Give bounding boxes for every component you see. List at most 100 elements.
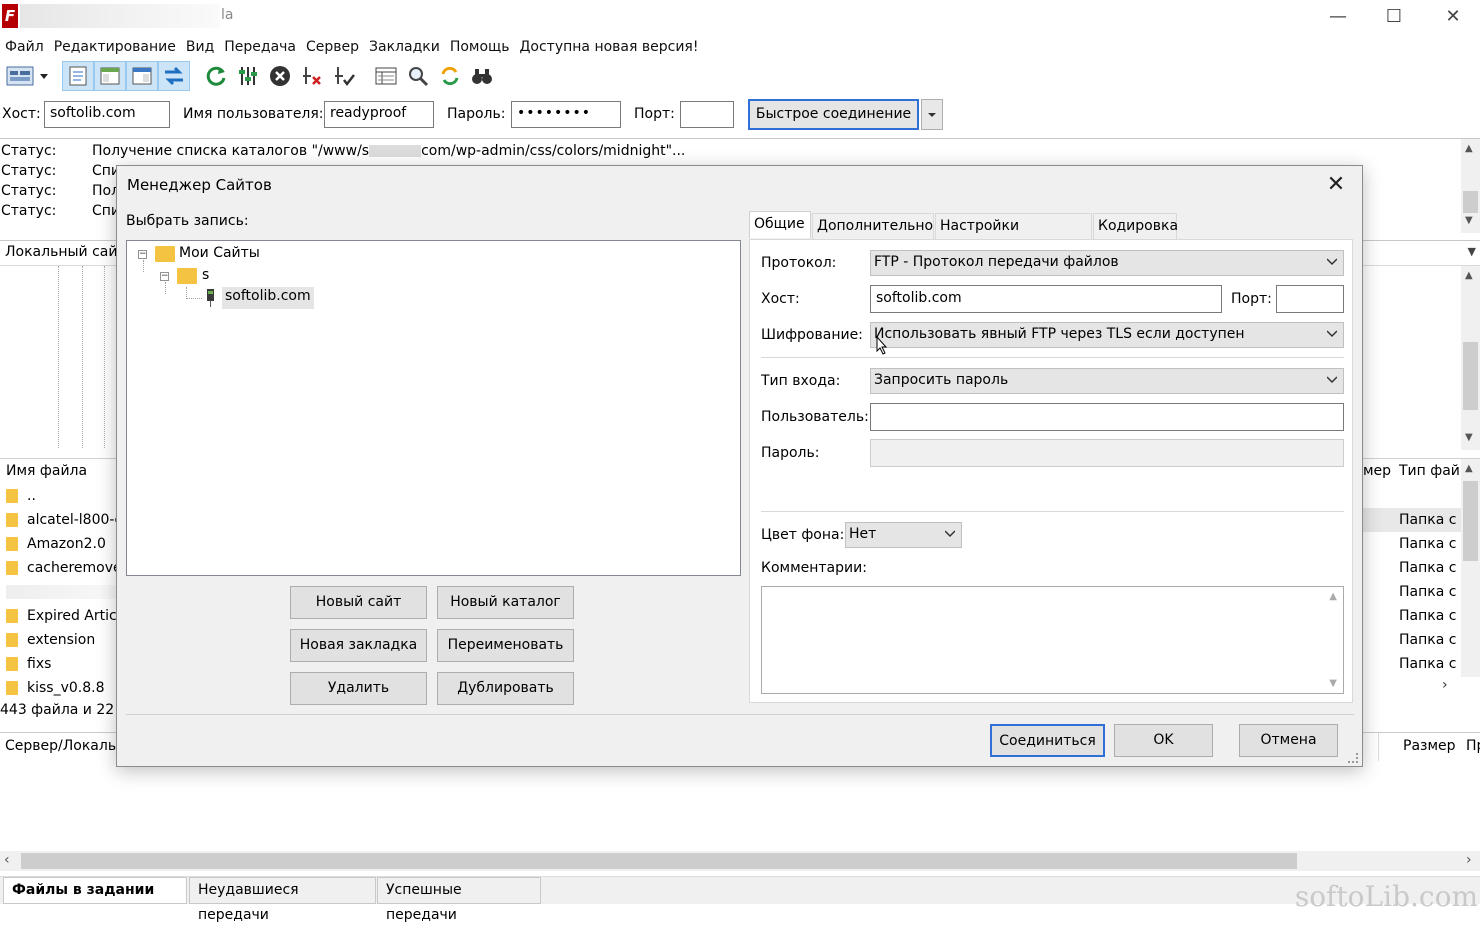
dialog-title: Менеджер Сайтов [127,176,272,194]
file-name: Expired Articl [27,608,121,624]
search-files-icon[interactable] [402,61,434,91]
col-filetype[interactable]: Тип фай [1399,463,1460,479]
scroll-up-icon[interactable]: ▲ [1465,463,1473,474]
cancel-operation-icon[interactable] [264,61,296,91]
toggle-log-icon[interactable] [62,61,94,91]
user-input[interactable] [870,403,1344,431]
tab-transfer-settings[interactable]: Настройки передачи [935,213,1092,259]
password-input[interactable] [870,439,1344,467]
resize-grip-icon[interactable] [1348,753,1358,763]
menu-help[interactable]: Помощь [445,36,515,58]
scroll-right-icon[interactable]: › [1466,852,1472,868]
cancel-button[interactable]: Отмена [1239,724,1338,757]
duplicate-button[interactable]: Дублировать [437,672,574,705]
close-icon[interactable]: ✕ [1322,172,1350,198]
delete-button[interactable]: Удалить [290,672,427,705]
col-server-local[interactable]: Сервер/Локаль [5,738,116,754]
collapse-icon[interactable]: − [160,272,169,281]
server-icon [205,289,215,307]
scroll-thumb[interactable] [21,853,1297,869]
chevron-right-icon[interactable]: › [1442,677,1448,693]
tree-root-my-sites[interactable]: Мои Сайты [179,245,260,261]
scroll-up-icon[interactable]: ▲ [1329,591,1337,602]
menu-server[interactable]: Сервер [301,36,364,58]
col-filesize[interactable]: мер [1363,463,1391,479]
qc-user-input[interactable]: readyproof [324,101,434,128]
connect-button[interactable]: Соединиться [990,724,1105,757]
tree-folder-s[interactable]: s [202,267,209,283]
file-list-scrollbar[interactable]: ▲ [1461,459,1480,677]
filter-icon[interactable] [232,61,264,91]
file-type: Папка с [1399,584,1457,600]
bgcolor-select[interactable]: Нет [845,522,962,548]
maximize-icon[interactable]: ☐ [1371,0,1417,32]
protocol-select[interactable]: FTP - Протокол передачи файлов [870,250,1344,276]
binoculars-icon[interactable] [466,61,498,91]
general-tab-panel: Протокол: FTP - Протокол передачи файлов… [749,239,1353,703]
disconnect-icon[interactable] [296,61,328,91]
new-folder-button[interactable]: Новый каталог [437,586,574,619]
port-label: Порт: [1231,291,1272,307]
directory-listing-icon[interactable] [370,61,402,91]
col-priority[interactable]: Пр [1466,738,1480,754]
menu-view[interactable]: Вид [181,36,219,58]
menu-new-version[interactable]: Доступна новая версия! [514,36,703,58]
menu-transfer[interactable]: Передача [219,36,301,58]
scroll-thumb[interactable] [1463,342,1478,410]
col-size[interactable]: Размер [1403,738,1456,754]
scroll-thumb[interactable] [1463,191,1478,213]
tree-site-softolib[interactable]: softolib.com [222,287,314,309]
port-input[interactable] [1276,285,1344,313]
qc-host-input[interactable]: softolib.com [44,101,170,128]
folder-icon [155,246,175,262]
bgcolor-value: Нет [849,526,877,542]
tab-queued-files[interactable]: Файлы в задании [3,877,187,904]
tab-advanced[interactable]: Дополнительно [812,213,934,239]
tab-successful-transfers[interactable]: Успешные передачи [377,877,541,923]
ok-button[interactable]: OK [1114,724,1213,757]
chevron-down-icon[interactable]: ▼ [1468,245,1476,258]
scroll-up-icon[interactable]: ▲ [1465,270,1473,281]
chevron-down-icon [1327,258,1337,266]
new-site-button[interactable]: Новый сайт [290,586,427,619]
log-scrollbar[interactable]: ▲ ▼ [1461,139,1480,233]
local-tree-scrollbar[interactable]: ▲ ▼ [1461,266,1480,450]
title-bar: F la — ☐ ✕ [0,0,1480,34]
refresh-icon[interactable] [200,61,232,91]
scroll-down-icon[interactable]: ▼ [1329,678,1337,689]
collapse-icon[interactable]: − [138,250,147,259]
col-filename[interactable]: Имя файла [6,463,87,479]
scroll-thumb[interactable] [1463,481,1478,561]
tab-general[interactable]: Общие [749,211,811,238]
toggle-local-tree-icon[interactable] [94,61,126,91]
encryption-select[interactable]: Использовать явный FTP через TLS если до… [870,322,1344,348]
sync-browsing-icon[interactable] [434,61,466,91]
menu-bookmarks[interactable]: Закладки [364,36,445,58]
tab-charset[interactable]: Кодировка [1093,213,1178,239]
redacted-text [6,585,116,599]
logon-type-select[interactable]: Запросить пароль [870,368,1344,394]
rename-button[interactable]: Переименовать [437,629,574,662]
menu-bar: Файл Редактирование Вид Передача Сервер … [0,36,703,58]
tab-failed-transfers[interactable]: Неудавшиеся передачи [189,877,376,923]
quickconnect-dropdown[interactable] [921,99,943,130]
menu-file[interactable]: Файл [0,36,49,58]
menu-edit[interactable]: Редактирование [49,36,181,58]
comments-textarea[interactable]: ▲ ▼ [761,586,1344,694]
scroll-up-icon[interactable]: ▲ [1465,143,1473,154]
horizontal-scrollbar[interactable]: ‹ › [0,851,1480,871]
qc-port-input[interactable] [680,101,734,128]
host-input[interactable]: softolib.com [870,285,1222,313]
toggle-remote-tree-icon[interactable] [126,61,158,91]
toggle-queue-icon[interactable] [158,61,190,91]
reconnect-icon[interactable] [328,61,360,91]
quickconnect-button[interactable]: Быстрое соединение [748,99,919,130]
qc-pass-input[interactable]: •••••••• [511,101,621,128]
minimize-icon[interactable]: — [1315,0,1361,32]
close-window-icon[interactable]: ✕ [1430,0,1476,32]
scroll-down-icon[interactable]: ▼ [1465,215,1473,226]
new-bookmark-button[interactable]: Новая закладка [290,629,427,662]
site-manager-icon[interactable] [2,61,52,91]
scroll-left-icon[interactable]: ‹ [4,852,10,868]
scroll-down-icon[interactable]: ▼ [1465,432,1473,443]
